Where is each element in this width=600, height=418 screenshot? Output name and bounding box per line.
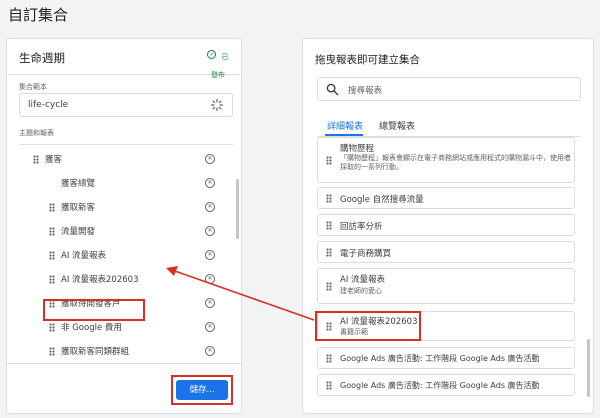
topics-label: 主題和報表 [19,129,54,137]
highlight-box [43,299,145,321]
drag-handle-icon[interactable] [49,322,55,332]
row-label: 獲客 [45,155,63,165]
row-label: AI 流量報表202603 [61,275,139,285]
report-row[interactable]: AI 流量報表202603 [49,267,138,291]
report-card[interactable]: 電子商務購買 [317,241,575,263]
collection-header: 生命週期 ✓ 已發布 [7,39,241,79]
save-button[interactable]: 儲存... [176,380,228,400]
report-card[interactable]: 購物歷程 「購物歷程」報表會顯示在電子商務網站或應用程式的購物漏斗中，使用者採取… [317,137,575,183]
report-row[interactable]: 獲客總覽 [61,171,95,195]
template-value: life-cycle [28,100,69,110]
list-scrollbar[interactable] [236,179,239,239]
remove-icon[interactable]: ✕ [205,346,215,356]
row-label: 流量開發 [61,227,96,237]
topic-report-list: 獲客 ✕ 獲客總覽 ✕ 獲取新客 ✕ 流量開發 ✕ AI 流量報表 ✕ AI 流… [19,144,233,370]
check-icon: ✓ [207,50,217,59]
remove-icon[interactable]: ✕ [205,298,215,308]
topic-row[interactable]: 獲客 [33,147,62,171]
save-highlight-box: 儲存... [171,375,233,405]
search-placeholder: 搜尋報表 [348,86,383,96]
collection-editor-panel: 生命週期 ✓ 已發布 集合範本 life-cycle 主題和報表 獲客 ✕ 獲客… [6,38,242,414]
report-card[interactable]: Google Ads 廣告活動: 工作階段 Google Ads 廣告活動 [317,347,575,369]
remove-icon[interactable]: ✕ [205,154,215,164]
template-field[interactable]: life-cycle [19,93,233,117]
collection-title[interactable]: 生命週期 [19,50,65,66]
loading-spinner-icon [210,98,224,112]
remove-icon[interactable]: ✕ [205,274,215,284]
tab-detail-reports[interactable]: 詳細報表 [327,119,363,132]
tab-overview-reports[interactable]: 總覽報表 [379,119,415,132]
report-library-panel: 拖曳報表即可建立集合 搜尋報表 詳細報表 總覽報表 購物歷程 「購物歷程」報表會… [302,38,594,414]
published-status: ✓ 已發布 [205,45,231,82]
report-card[interactable]: AI 流量報表 建老師的愛心 [317,268,575,304]
row-label: AI 流量報表 [61,251,107,261]
drag-handle-icon[interactable] [326,248,332,257]
row-label: 非 Google 費用 [61,323,122,333]
report-card[interactable]: Google Ads 廣告活動: 工作階段 Google Ads 廣告活動 [317,374,575,396]
report-description: 建老師的愛心 [340,287,382,295]
drag-handle-icon[interactable] [326,381,332,390]
drag-handle-icon[interactable] [326,194,332,203]
row-label: 獲取新客 [61,203,96,213]
report-description: 「購物歷程」報表會顯示在電子商務網站或應用程式的購物漏斗中，使用者採取的一系列行… [340,154,571,172]
remove-icon[interactable]: ✕ [205,202,215,212]
drag-handle-icon[interactable] [33,154,39,164]
drag-handle-icon[interactable] [326,282,332,291]
search-input[interactable]: 搜尋報表 [317,77,581,101]
remove-icon[interactable]: ✕ [205,250,215,260]
library-title: 拖曳報表即可建立集合 [315,54,420,66]
drag-handle-icon[interactable] [49,250,55,260]
remove-icon[interactable]: ✕ [205,226,215,236]
search-icon [326,83,339,96]
library-scrollbar[interactable] [587,339,590,397]
report-title: Google Ads 廣告活動: 工作階段 Google Ads 廣告活動 [340,354,540,363]
report-card[interactable]: 回訪率分析 [317,214,575,236]
report-title: Google 自然搜尋流量 [340,195,424,205]
drag-handle-icon[interactable] [49,346,55,356]
report-row[interactable]: 獲取新客 [49,195,95,219]
row-label: 獲取新客同類群組 [61,347,130,357]
report-title: AI 流量報表 [340,275,386,285]
report-row[interactable]: 流量開發 [49,219,95,243]
report-title: Google Ads 廣告活動: 工作階段 Google Ads 廣告活動 [340,381,540,390]
drag-handle-icon[interactable] [49,226,55,236]
drag-handle-icon[interactable] [49,202,55,212]
report-title: 購物歷程 [340,144,375,154]
report-title: 電子商務購買 [340,249,392,259]
remove-icon[interactable]: ✕ [205,322,215,332]
report-row[interactable]: 獲取新客同類群組 [49,339,129,363]
drag-handle-icon[interactable] [326,221,332,230]
report-row[interactable]: AI 流量報表 [49,243,106,267]
report-title: 回訪率分析 [340,222,383,232]
drag-handle-icon[interactable] [326,156,332,165]
row-label: 獲客總覽 [61,179,96,189]
template-label: 集合範本 [19,83,47,91]
drag-handle-icon[interactable] [326,354,332,363]
highlight-box [315,311,421,341]
page-title: 自訂集合 [8,6,69,24]
drag-handle-icon[interactable] [49,274,55,284]
report-card[interactable]: Google 自然搜尋流量 [317,187,575,209]
remove-icon[interactable]: ✕ [205,178,215,188]
